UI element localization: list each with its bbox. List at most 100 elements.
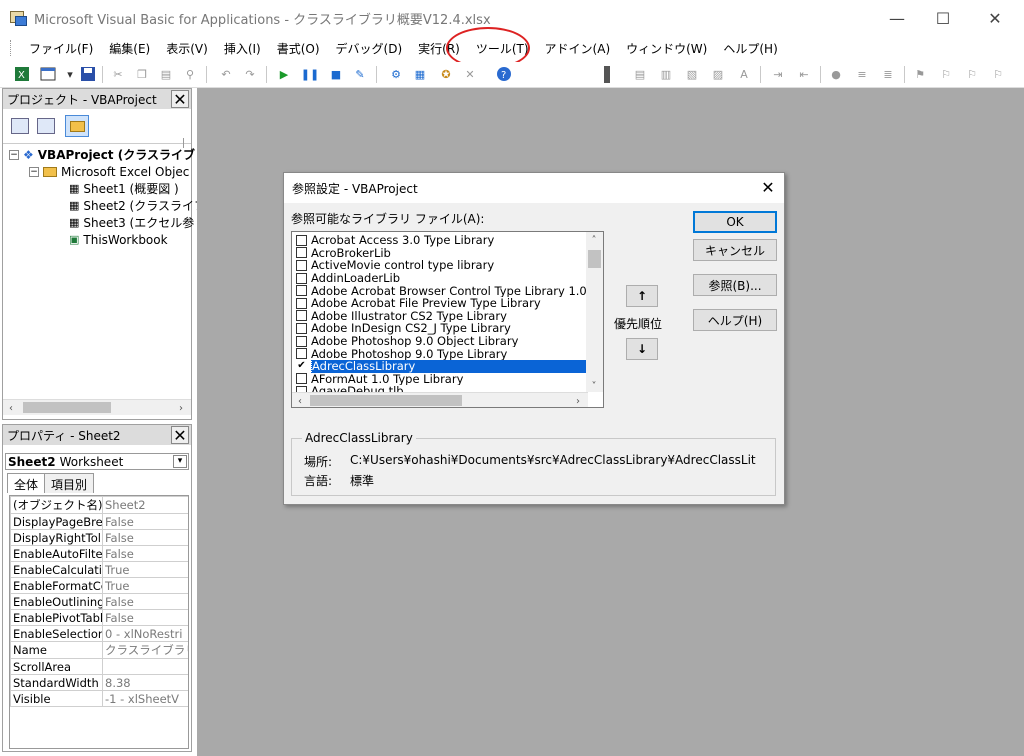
library-item[interactable]: Adobe Photoshop 9.0 Object Library <box>292 335 588 347</box>
insert-userform-icon[interactable] <box>40 66 56 82</box>
maximize-button[interactable]: ☐ <box>920 0 966 36</box>
property-value[interactable]: False <box>102 593 188 610</box>
toolbar-grip[interactable] <box>604 66 610 83</box>
library-checkbox[interactable] <box>296 272 307 284</box>
tree-sheet2[interactable]: ▦ Sheet2 (クラスライブ <box>69 197 206 214</box>
help-icon[interactable]: ? <box>496 66 512 82</box>
property-row[interactable]: Name クラスライブラリ <box>10 641 188 659</box>
property-row[interactable]: StandardWidth 8.38 <box>10 674 188 691</box>
property-value[interactable]: True <box>102 577 188 594</box>
scroll-left-icon[interactable]: ‹ <box>3 400 19 416</box>
menu-insert[interactable]: 挿入(I) <box>216 40 269 57</box>
menu-help[interactable]: ヘルプ(H) <box>715 40 785 57</box>
property-row[interactable]: EnablePivotTabl False <box>10 609 188 626</box>
property-value[interactable]: 0 - xlNoRestri <box>102 625 188 642</box>
menu-tools[interactable]: ツール(T) <box>468 40 537 57</box>
menu-format[interactable]: 書式(O) <box>269 40 328 57</box>
parameter-info-icon[interactable]: ▨ <box>710 66 726 82</box>
library-item[interactable]: ActiveMovie control type library <box>292 259 588 272</box>
menu-file[interactable]: ファイル(F) <box>21 40 101 57</box>
library-checkbox[interactable] <box>296 259 307 271</box>
scroll-left-icon[interactable]: ‹ <box>292 393 308 407</box>
tree-sheet3[interactable]: ▦ Sheet3 (エクセル参 <box>69 214 194 231</box>
library-hscrollbar[interactable]: ‹ › <box>292 392 588 407</box>
property-value[interactable]: 8.38 <box>102 674 188 691</box>
library-item[interactable]: AcroBrokerLib <box>292 247 588 259</box>
library-item[interactable]: AFormAut 1.0 Type Library <box>292 373 588 385</box>
property-value[interactable]: False <box>102 609 188 626</box>
view-object-icon[interactable] <box>37 118 55 134</box>
undo-icon[interactable]: ↶ <box>218 66 234 82</box>
list-properties-icon[interactable]: ▤ <box>632 66 648 82</box>
library-vscrollbar[interactable]: ˄ ˅ <box>586 232 603 392</box>
library-checkbox[interactable] <box>296 373 307 385</box>
properties-window-icon[interactable]: ▦ <box>412 66 428 82</box>
scroll-down-icon[interactable]: ˅ <box>586 378 602 394</box>
library-checkbox[interactable] <box>296 285 307 297</box>
tab-alphabetic[interactable]: 全体 <box>7 473 46 493</box>
indent-icon[interactable]: ⇥ <box>770 66 786 82</box>
library-item[interactable]: Adobe InDesign CS2_J Type Library <box>292 322 588 335</box>
library-checkbox[interactable] <box>296 335 307 347</box>
project-hscrollbar[interactable]: ‹ › <box>3 399 191 415</box>
priority-down-button[interactable]: ↓ <box>626 338 658 360</box>
scroll-right-icon[interactable]: › <box>570 393 586 407</box>
scroll-up-icon[interactable]: ˄ <box>586 232 602 248</box>
next-bookmark-icon[interactable]: ⚐ <box>938 66 954 82</box>
dropdown-arrow-icon[interactable]: ▾ <box>62 66 78 82</box>
cut-icon[interactable]: ✂ <box>110 66 126 82</box>
library-checkbox[interactable] <box>296 322 307 334</box>
browse-button[interactable]: 参照(B)... <box>693 274 777 296</box>
property-value[interactable]: クラスライブラリ <box>102 641 188 659</box>
toggle-breakpoint-icon[interactable]: ● <box>828 66 844 82</box>
menu-grip[interactable] <box>10 40 13 56</box>
library-checkbox[interactable] <box>296 310 307 322</box>
library-checkbox[interactable] <box>296 247 307 259</box>
library-item[interactable]: Adobe Acrobat File Preview Type Library <box>292 297 588 310</box>
menu-run[interactable]: 実行(R) <box>410 40 468 57</box>
property-row[interactable]: EnableAutoFilte False <box>10 545 188 562</box>
dialog-close-button[interactable]: ✕ <box>758 177 778 197</box>
property-value[interactable] <box>102 658 188 675</box>
property-value[interactable]: False <box>102 513 188 530</box>
property-row[interactable]: DisplayRightTol False <box>10 529 188 546</box>
library-checkbox[interactable] <box>296 297 307 309</box>
property-row[interactable]: DisplayPageBre False <box>10 513 188 530</box>
property-row[interactable]: ScrollArea <box>10 658 188 675</box>
view-code-icon[interactable] <box>11 118 29 134</box>
scroll-thumb[interactable] <box>310 395 462 406</box>
chevron-down-icon[interactable]: ▾ <box>173 455 187 468</box>
library-item[interactable]: Acrobat Access 3.0 Type Library <box>292 234 588 247</box>
object-select[interactable]: Sheet2 Worksheet ▾ <box>5 453 189 470</box>
complete-word-icon[interactable]: A <box>736 66 752 82</box>
project-pane-close-button[interactable]: ✕ <box>171 90 189 109</box>
tab-categorized[interactable]: 項目別 <box>45 473 95 493</box>
redo-icon[interactable]: ↷ <box>242 66 258 82</box>
property-row[interactable]: Visible -1 - xlSheetV <box>10 690 188 707</box>
tree-vbaproject[interactable]: − ❖ VBAProject (クラスライブ <box>9 146 195 163</box>
scroll-thumb[interactable] <box>23 402 111 413</box>
scroll-right-icon[interactable]: › <box>173 400 189 416</box>
property-row[interactable]: EnableSelection 0 - xlNoRestri <box>10 625 188 642</box>
help-button[interactable]: ヘルプ(H) <box>693 309 777 331</box>
list-constants-icon[interactable]: ▥ <box>658 66 674 82</box>
library-checkbox[interactable]: ✔ <box>296 360 307 372</box>
library-item[interactable]: AddinLoaderLib <box>292 272 588 284</box>
find-icon[interactable]: ⚲ <box>182 66 198 82</box>
copy-icon[interactable]: ❐ <box>134 66 150 82</box>
collapse-icon[interactable]: − <box>29 166 39 177</box>
priority-up-button[interactable]: ↑ <box>626 285 658 307</box>
outdent-icon[interactable]: ⇤ <box>796 66 812 82</box>
tree-sheet1[interactable]: ▦ Sheet1 (概要図 ) <box>69 180 179 197</box>
property-row[interactable]: (オブジェクト名) Sheet2 <box>10 496 188 514</box>
library-list[interactable]: Acrobat Access 3.0 Type Library AcroBroke… <box>291 231 604 408</box>
properties-pane-close-button[interactable]: ✕ <box>171 426 189 445</box>
library-checkbox[interactable] <box>296 348 307 360</box>
view-excel-icon[interactable]: X <box>14 66 30 82</box>
menu-view[interactable]: 表示(V) <box>158 40 216 57</box>
tree-excel-objects[interactable]: − Microsoft Excel Objec <box>29 163 189 180</box>
property-value[interactable]: False <box>102 545 188 562</box>
collapse-icon[interactable]: − <box>9 149 19 160</box>
tree-thisworkbook[interactable]: ▣ ThisWorkbook <box>69 231 168 248</box>
property-row[interactable]: EnableCalculatic True <box>10 561 188 578</box>
